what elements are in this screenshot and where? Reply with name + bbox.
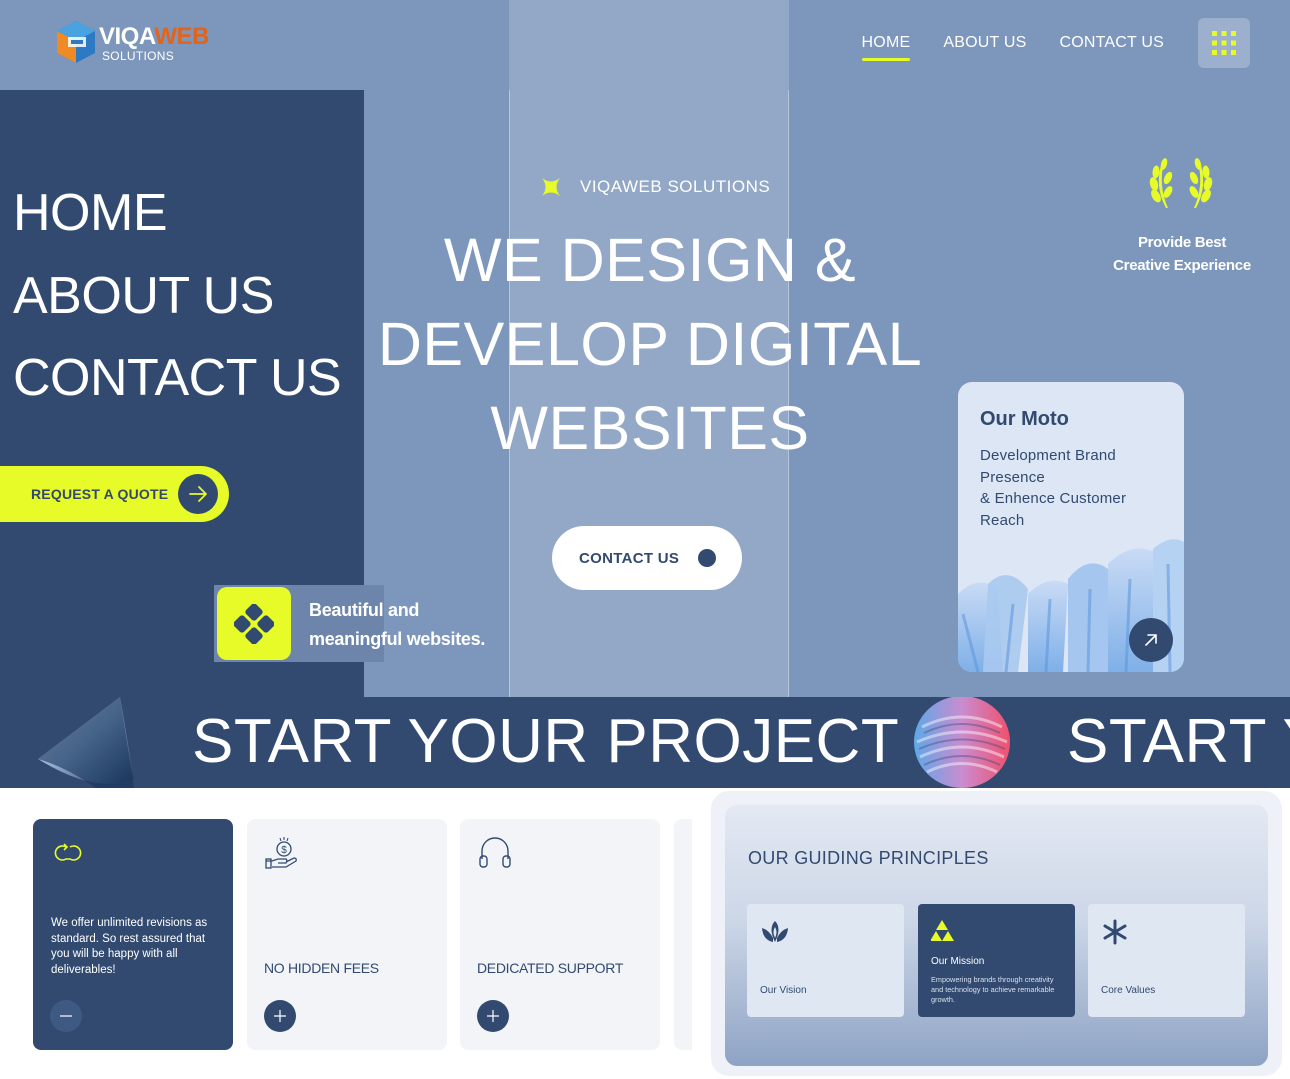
hero-eyebrow: VIQAWEB SOLUTIONS <box>540 176 770 198</box>
logo-hexagon-icon <box>57 21 95 63</box>
principle-description: Empowering brands through creativity and… <box>931 975 1055 1004</box>
badge-text-line: meaningful websites. <box>309 629 486 649</box>
principles-title: OUR GUIDING PRINCIPLES <box>748 848 989 868</box>
sphere-shape-image <box>914 697 1010 788</box>
logo-tagline: SOLUTIONS <box>102 49 175 63</box>
award-text-line: Creative Experience <box>1113 257 1251 274</box>
side-menu-home[interactable]: HOME <box>13 185 168 241</box>
grid-dots-icon <box>1212 31 1236 55</box>
feature-title: DEDICATED SUPPORT <box>477 960 624 976</box>
headline-line: WE DESIGN & <box>443 226 857 294</box>
feature-title: NO HIDDEN FEES <box>264 960 379 976</box>
cone-shape-image <box>38 697 134 788</box>
collapse-button[interactable] <box>50 1000 82 1032</box>
money-hand-icon: $ <box>265 837 297 869</box>
lotus-icon <box>762 921 788 942</box>
expand-button[interactable] <box>264 1000 296 1032</box>
feature-card-no-hidden-fees[interactable]: $ NO HIDDEN FEES <box>247 819 447 1050</box>
moto-arrow-button[interactable] <box>1129 618 1173 662</box>
svg-text:$: $ <box>281 845 287 856</box>
feature-description: We offer unlimited revisions as standard… <box>51 917 208 976</box>
hero-eyebrow-text: VIQAWEB SOLUTIONS <box>580 177 771 196</box>
laurel-icon <box>1149 158 1213 208</box>
request-quote-label: REQUEST A QUOTE <box>31 486 169 502</box>
moto-card: Our Moto Development Brand Presence & En… <box>958 382 1184 672</box>
principle-label: Our Mission <box>931 956 985 967</box>
badge-text-line: Beautiful and <box>309 600 420 620</box>
principle-card-values[interactable]: Core Values <box>1088 904 1245 1017</box>
marquee-text: START Y <box>1067 707 1290 776</box>
refresh-loop-icon <box>54 843 82 861</box>
moto-body-line: Presence <box>980 468 1045 486</box>
award-text-line: Provide Best <box>1137 234 1227 251</box>
menu-grid-button[interactable] <box>1198 18 1250 68</box>
asterisk-icon <box>1103 919 1127 945</box>
nav-contact-link[interactable]: CONTACT US <box>1059 34 1164 52</box>
badge-text: Beautiful and meaningful websites. <box>309 596 509 654</box>
nav-about-link[interactable]: ABOUT US <box>943 34 1026 52</box>
request-quote-button[interactable]: REQUEST A QUOTE <box>0 466 229 522</box>
marquee-text: START YOUR PROJECT <box>192 707 900 776</box>
principles-panel: OUR GUIDING PRINCIPLES Our Vision Our Mi… <box>725 805 1268 1066</box>
clover-icon <box>217 587 291 660</box>
headline-line: WEBSITES <box>490 394 810 462</box>
principle-card-mission[interactable]: Our Mission Empowering brands through cr… <box>918 904 1075 1017</box>
plus-icon <box>274 1010 286 1022</box>
nav-home-link[interactable]: HOME <box>861 34 911 61</box>
headline-line: DEVELOP DIGITAL <box>377 310 923 378</box>
expand-button[interactable] <box>477 1000 509 1032</box>
hero-headline: WE DESIGN & DEVELOP DIGITAL WEBSITES <box>370 218 930 470</box>
principle-card-vision[interactable]: Our Vision <box>747 904 904 1017</box>
principle-label: Core Values <box>1101 985 1156 996</box>
feature-card-revisions[interactable]: We offer unlimited revisions as standard… <box>33 819 233 1050</box>
arrow-up-right-icon <box>1145 634 1157 646</box>
contact-us-button[interactable]: CONTACT US <box>552 526 742 590</box>
feature-card-dedicated-support[interactable]: DEDICATED SUPPORT <box>460 819 660 1050</box>
feature-card-partial <box>674 819 692 1050</box>
logo-wordmark: VIQAWEB <box>99 23 209 50</box>
moto-body: Development Brand Presence & Enhence Cus… <box>980 445 1160 532</box>
dot-icon <box>698 549 716 567</box>
award-text: Provide Best Creative Experience <box>1100 231 1264 277</box>
star-x-icon <box>542 178 560 196</box>
hero-section: VIQAWEB SOLUTIONS HOME ABOUT US CONTACT … <box>0 0 1290 697</box>
arrow-right-icon <box>178 474 218 514</box>
principle-label: Our Vision <box>760 985 807 996</box>
contact-us-label: CONTACT US <box>579 549 680 567</box>
side-menu-about[interactable]: ABOUT US <box>13 268 274 324</box>
moto-body-line: Development Brand <box>980 447 1116 464</box>
side-menu-contact[interactable]: CONTACT US <box>13 350 342 406</box>
moto-body-line: & Enhence Customer <box>980 490 1127 508</box>
moto-title: Our Moto <box>980 408 1069 430</box>
brand-logo[interactable]: VIQAWEB SOLUTIONS <box>53 19 223 65</box>
plus-icon <box>487 1010 499 1022</box>
marquee-banner: START YOUR PROJECT START Y <box>0 697 1290 788</box>
headphones-icon <box>479 837 511 868</box>
top-navigation: HOME ABOUT US CONTACT US <box>861 34 1164 61</box>
moto-body-line: Reach <box>980 512 1025 530</box>
triangles-icon <box>931 920 954 941</box>
minus-icon <box>60 1015 72 1017</box>
